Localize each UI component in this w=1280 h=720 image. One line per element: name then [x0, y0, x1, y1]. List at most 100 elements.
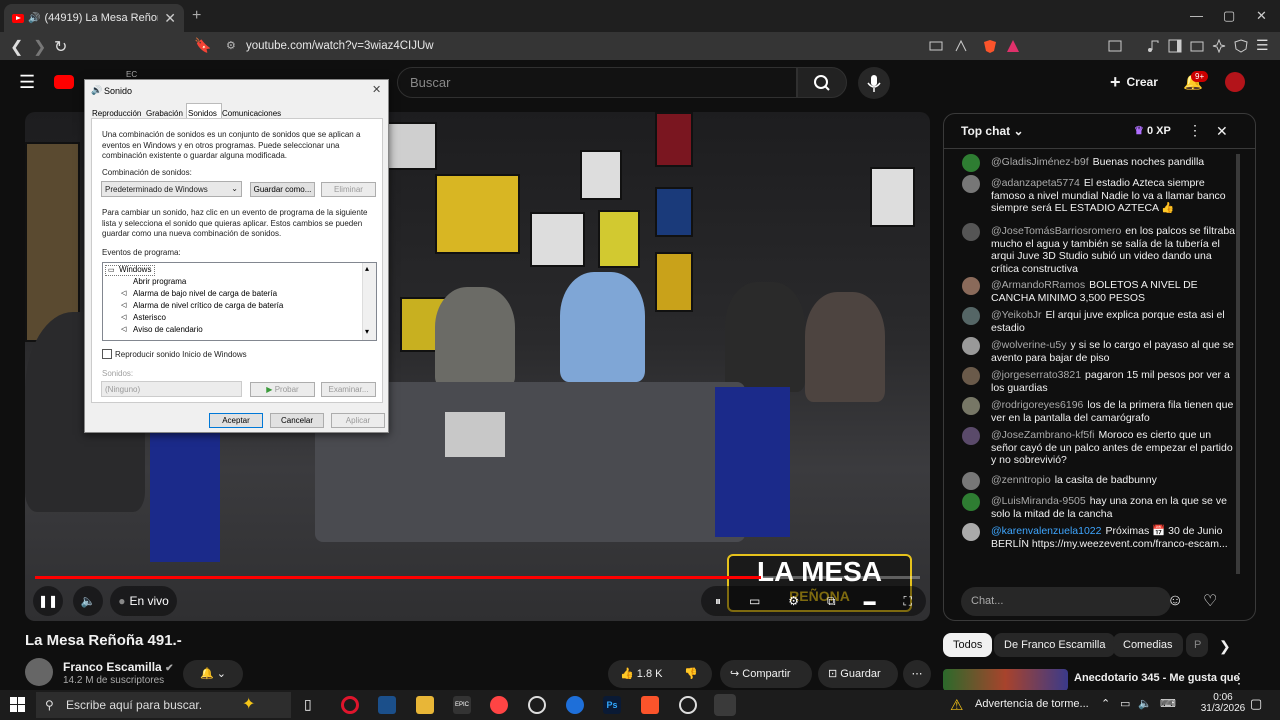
chip-comedias[interactable]: Comedias	[1113, 633, 1183, 657]
sound-select[interactable]: (Ninguno)	[101, 381, 242, 397]
test-button[interactable]: ▶ Probar	[250, 382, 315, 397]
chat-author[interactable]: @adanzapeta5774	[991, 177, 1080, 189]
thumbs-down-icon[interactable]: 👎	[684, 660, 698, 688]
chat-author[interactable]: @ArmandoRRamos	[991, 279, 1085, 291]
chat-avatar[interactable]	[962, 367, 980, 385]
create-button[interactable]: + Crear	[1110, 72, 1158, 92]
chat-avatar[interactable]	[962, 154, 980, 172]
chip-de-franco-escamilla[interactable]: De Franco Escamilla	[994, 633, 1116, 657]
fullscreen-icon[interactable]: ⛶	[904, 594, 912, 609]
weather-text[interactable]: Advertencia de torme...	[975, 698, 1089, 710]
chat-author[interactable]: @jorgeserrato3821	[991, 369, 1081, 381]
progress-bar[interactable]	[35, 576, 920, 579]
cancel-button[interactable]: Cancelar	[270, 413, 324, 428]
more-options-icon[interactable]: ⋮	[1188, 122, 1202, 139]
event-item[interactable]: Alarma de bajo nivel de carga de batería	[133, 289, 277, 298]
chat-avatar[interactable]	[962, 523, 980, 541]
close-tab-icon[interactable]: ✕	[164, 10, 176, 27]
more-actions-button[interactable]: ⋯	[903, 660, 931, 688]
bluetooth-icon[interactable]	[566, 696, 584, 714]
program-events-list[interactable]: ▭ Windows Abrir programa ◁ Alarma de baj…	[102, 262, 377, 341]
volume-tray-icon[interactable]: 🔈	[1138, 697, 1152, 710]
epic-games-icon[interactable]: EPIC	[453, 696, 471, 714]
rewards-icon[interactable]	[1006, 39, 1020, 53]
chat-author[interactable]: @JoseZambrano-kf5fi	[991, 429, 1094, 441]
chat-avatar[interactable]	[962, 307, 980, 325]
music-icon[interactable]	[1146, 39, 1160, 53]
obs-icon[interactable]	[679, 696, 697, 714]
chips-next-icon[interactable]: ❯	[1219, 638, 1231, 655]
close-chat-icon[interactable]: ✕	[1216, 123, 1228, 140]
recommended-menu-icon[interactable]: ⋮	[1232, 670, 1246, 687]
chat-author[interactable]: @wolverine-u5y	[991, 339, 1066, 351]
emoji-icon[interactable]: ☺	[1167, 592, 1183, 610]
chat-mode-select[interactable]: Top chat ⌄	[961, 124, 1024, 138]
windows-start-icon[interactable]	[10, 697, 26, 713]
voice-search-button[interactable]	[858, 67, 890, 99]
scroll-down-icon[interactable]: ▾	[365, 327, 369, 336]
event-item[interactable]: Abrir programa	[133, 277, 186, 286]
chat-input[interactable]: Chat...	[961, 587, 1171, 616]
account-avatar[interactable]	[1225, 72, 1245, 92]
back-icon[interactable]: ❮	[10, 37, 23, 57]
site-info-icon[interactable]: ⚙	[226, 35, 236, 57]
chip-todos[interactable]: Todos	[943, 633, 993, 657]
forward-icon[interactable]: ❯	[33, 37, 46, 57]
chat-scrollbar[interactable]	[1236, 154, 1240, 574]
hamburger-menu-icon[interactable]: ☰	[19, 72, 35, 93]
share-icon[interactable]	[954, 39, 968, 53]
pause-button[interactable]: ❚❚	[33, 586, 63, 616]
leo-ai-icon[interactable]	[1212, 39, 1226, 53]
chat-author[interactable]: @zenntropio	[991, 474, 1051, 486]
ea-icon[interactable]	[490, 696, 508, 714]
browse-button[interactable]: Examinar...	[321, 382, 376, 397]
chat-avatar[interactable]	[962, 427, 980, 445]
live-button[interactable]: ● En vivo	[110, 586, 177, 616]
active-app-icon[interactable]	[714, 694, 736, 716]
network-icon[interactable]: ▭	[1120, 697, 1130, 710]
like-button[interactable]: 👍 1.8 K 👎	[608, 660, 712, 688]
xp-badge[interactable]: ♛ 0 XP	[1134, 124, 1171, 137]
sidebar-icon[interactable]	[1168, 39, 1182, 53]
audio-playing-icon[interactable]: 🔊	[28, 13, 40, 24]
event-item[interactable]: Asterisco	[133, 313, 166, 322]
ok-button[interactable]: Aceptar	[209, 413, 263, 428]
weather-warning-icon[interactable]: ⚠	[950, 696, 963, 714]
language-icon[interactable]: ⌨	[1160, 697, 1176, 710]
chat-avatar[interactable]	[962, 337, 980, 355]
tray-chevron-icon[interactable]: ⌃	[1101, 697, 1110, 710]
notification-center-icon[interactable]: ▢	[1250, 696, 1262, 712]
clock[interactable]: 0:06 31/3/2026	[1193, 692, 1253, 714]
maximize-icon[interactable]: ▢	[1223, 8, 1235, 24]
wallet-icon[interactable]	[1190, 39, 1204, 53]
tab-sonidos[interactable]: Sonidos	[188, 109, 217, 118]
scroll-up-icon[interactable]: ▴	[365, 264, 369, 273]
chat-avatar[interactable]	[962, 472, 980, 490]
chat-author[interactable]: @YeikobJr	[991, 309, 1042, 321]
recommended-title[interactable]: Anecdotario 345 - Me gusta que	[1074, 672, 1240, 684]
search-button[interactable]	[797, 67, 847, 98]
chat-author[interactable]: @rodrigoreyes6196	[991, 399, 1083, 411]
save-button[interactable]: ⊡ Guardar	[818, 660, 898, 688]
chip-more[interactable]: P	[1186, 633, 1208, 657]
chat-author[interactable]: @LuisMiranda-9505	[991, 495, 1086, 507]
tab-grabacion[interactable]: Grabación	[146, 109, 183, 118]
subscribed-button[interactable]: 🔔 ⌄	[183, 660, 243, 688]
chat-avatar[interactable]	[962, 175, 980, 193]
screenshot-icon[interactable]	[1108, 39, 1122, 53]
chat-avatar[interactable]	[962, 493, 980, 511]
event-item[interactable]: Alarma de nivel crítico de carga de bate…	[133, 301, 283, 310]
startup-sound-checkbox[interactable]	[102, 349, 112, 359]
minimize-icon[interactable]: —	[1190, 8, 1203, 23]
save-as-button[interactable]: Guardar como...	[250, 182, 315, 197]
apply-button[interactable]: Aplicar	[331, 413, 385, 428]
address-bar[interactable]: ⚙ youtube.com/watch?v=3wiaz4CIJUw	[224, 35, 1044, 57]
app-icon[interactable]	[528, 696, 546, 714]
captions-icon[interactable]: ▭	[749, 594, 760, 608]
tab-comunicaciones[interactable]: Comunicaciones	[222, 109, 281, 118]
reload-icon[interactable]: ↻	[54, 37, 67, 57]
menu-icon[interactable]: ☰	[1256, 37, 1269, 54]
opera-icon[interactable]	[341, 696, 359, 714]
miniplayer-icon[interactable]: ⧉	[827, 594, 836, 609]
tab-reproduccion[interactable]: Reproducción	[92, 109, 141, 118]
